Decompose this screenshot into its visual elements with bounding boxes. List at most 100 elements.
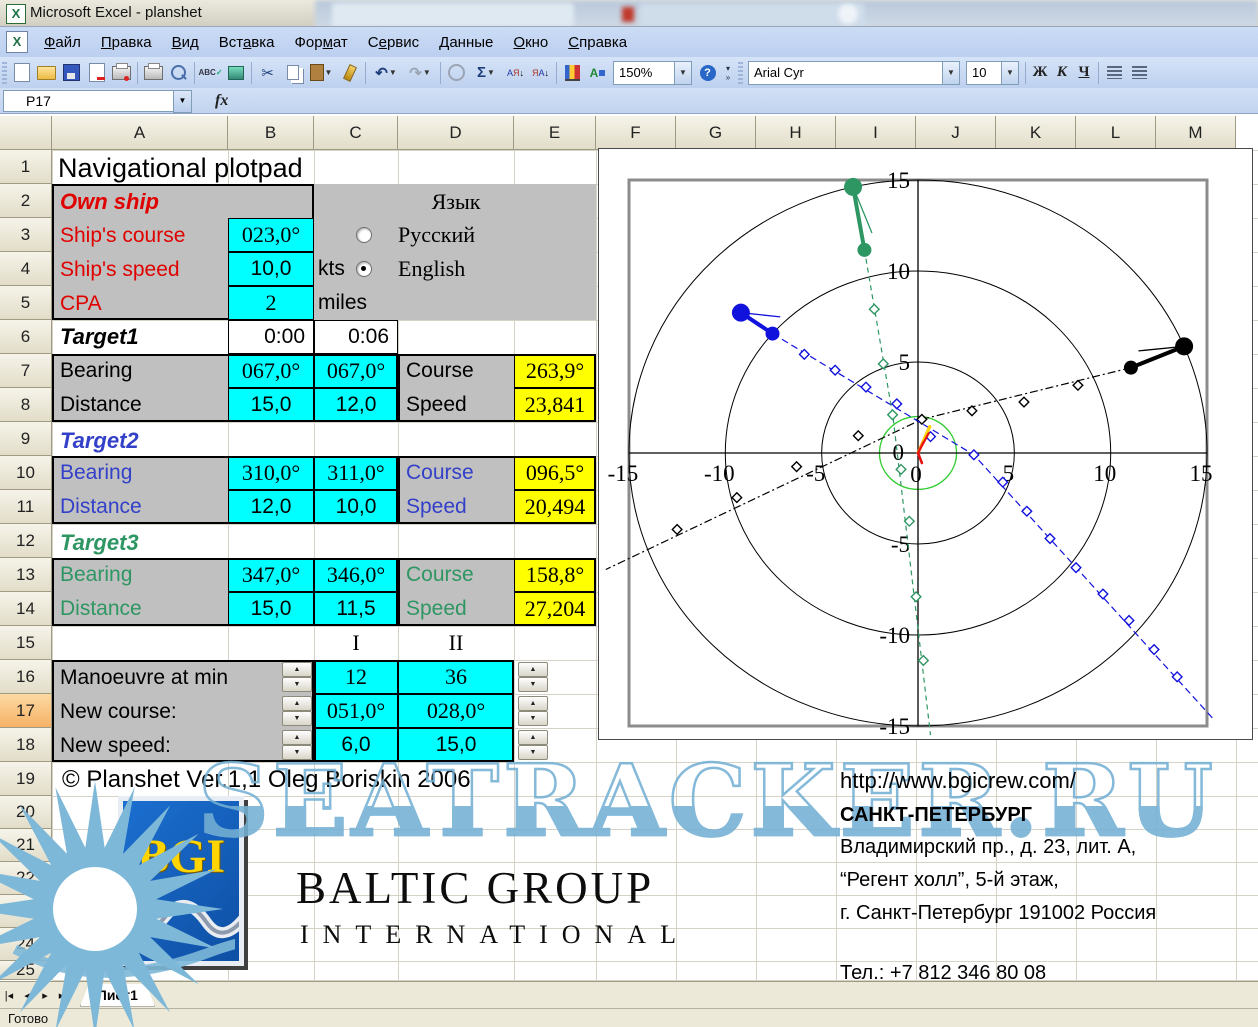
align-center-button[interactable] — [1128, 61, 1151, 84]
zoom-combobox[interactable]: 150% ▼ — [613, 61, 692, 85]
open-button[interactable] — [35, 61, 58, 84]
newcourse-2[interactable]: 028,0° — [398, 694, 514, 728]
row-header-15[interactable]: 15 — [0, 626, 52, 660]
row-header-17[interactable]: 17 — [0, 694, 52, 728]
menu-view[interactable]: Вид — [162, 30, 209, 55]
name-box[interactable]: P17 ▼ — [3, 90, 175, 112]
row-header-18[interactable]: 18 — [0, 728, 52, 762]
row-header-6[interactable]: 6 — [0, 320, 52, 354]
manoeuvre-min-2[interactable]: 36 — [398, 660, 514, 694]
last-sheet-button[interactable]: ▸| — [54, 989, 72, 1002]
row-header-21[interactable]: 21 — [0, 829, 52, 862]
help-button[interactable]: ? — [696, 61, 719, 84]
row-header-9[interactable]: 9 — [0, 422, 52, 456]
worksheet-grid[interactable]: ABCDEFGHIJKLM 12345678910111213141516171… — [0, 114, 1258, 981]
t3-distance-0[interactable]: 15,0 — [228, 592, 314, 626]
name-box-dropdown-arrow[interactable]: ▼ — [173, 90, 192, 113]
spelling-button[interactable]: ABC✓ — [199, 61, 222, 84]
column-header-A[interactable]: A — [52, 116, 228, 150]
column-header-H[interactable]: H — [756, 116, 836, 150]
footer-url[interactable]: http://www.bgicrew.com/ — [840, 768, 1076, 794]
chart-wizard-button[interactable] — [561, 61, 584, 84]
sheet-tab[interactable]: Лист1 — [80, 984, 155, 1007]
menu-format[interactable]: Формат — [284, 30, 357, 55]
row-header-1[interactable]: 1 — [0, 150, 52, 184]
menu-file[interactable]: Файл — [34, 30, 91, 55]
newspeed-spinner-right[interactable]: ▲▼ — [518, 730, 548, 760]
select-all-corner[interactable] — [0, 116, 52, 150]
t3-distance-6[interactable]: 11,5 — [314, 592, 398, 626]
font-size-combobox[interactable]: 10 ▼ — [966, 61, 1019, 85]
paste-button[interactable]: ▼ — [306, 61, 336, 84]
save-button[interactable] — [60, 61, 83, 84]
t1-bearing-0[interactable]: 067,0° — [228, 354, 314, 388]
column-header-C[interactable]: C — [314, 116, 398, 150]
menu-insert[interactable]: Вставка — [209, 30, 285, 55]
newcourse-spinner-left[interactable]: ▲▼ — [282, 696, 312, 726]
row-header-2[interactable]: 2 — [0, 184, 52, 218]
newspeed-2[interactable]: 15,0 — [398, 728, 514, 762]
column-header-I[interactable]: I — [836, 116, 916, 150]
column-header-E[interactable]: E — [514, 116, 596, 150]
column-header-K[interactable]: K — [996, 116, 1076, 150]
row-header-7[interactable]: 7 — [0, 354, 52, 388]
ships-speed-cell[interactable]: 10,0 — [228, 252, 314, 286]
plot-chart[interactable]: 15105-5-10-15-15-10-55101500 — [598, 148, 1253, 740]
prev-sheet-button[interactable]: ◂ — [18, 989, 36, 1002]
font-size-dropdown-arrow[interactable]: ▼ — [1001, 62, 1018, 84]
row-header-19[interactable]: 19 — [0, 762, 52, 796]
column-header-D[interactable]: D — [398, 116, 514, 150]
row-header-12[interactable]: 12 — [0, 524, 52, 558]
row-header-8[interactable]: 8 — [0, 388, 52, 422]
copy-button[interactable] — [281, 61, 304, 84]
first-sheet-button[interactable]: |◂ — [0, 989, 18, 1002]
t3-bearing-6[interactable]: 346,0° — [314, 558, 398, 592]
t1-distance-0[interactable]: 15,0 — [228, 388, 314, 422]
t2-distance-6[interactable]: 10,0 — [314, 490, 398, 524]
radio-russian[interactable] — [356, 227, 372, 243]
autosum-button[interactable]: Σ▼ — [470, 61, 502, 84]
print-button[interactable] — [142, 61, 165, 84]
underline-button[interactable]: Ч — [1074, 61, 1094, 84]
next-sheet-button[interactable]: ▸ — [36, 989, 54, 1002]
redo-button[interactable]: ↷▼ — [404, 61, 436, 84]
row-header-3[interactable]: 3 — [0, 218, 52, 252]
row-header-25[interactable]: 25 — [0, 961, 52, 980]
cpa-cell[interactable]: 2 — [228, 286, 314, 320]
row-header-23[interactable]: 23 — [0, 895, 52, 928]
row-header-14[interactable]: 14 — [0, 592, 52, 626]
menu-tools[interactable]: Сервис — [358, 30, 429, 55]
format-painter-button[interactable] — [338, 61, 361, 84]
column-header-L[interactable]: L — [1076, 116, 1156, 150]
row-header-11[interactable]: 11 — [0, 490, 52, 524]
menu-data[interactable]: Данные — [429, 30, 503, 55]
toolbar-handle[interactable] — [2, 62, 7, 84]
t1-distance-6[interactable]: 12,0 — [314, 388, 398, 422]
t1-bearing-6[interactable]: 067,0° — [314, 354, 398, 388]
newcourse-1[interactable]: 051,0° — [314, 694, 398, 728]
newspeed-spinner-left[interactable]: ▲▼ — [282, 730, 312, 760]
ships-course-cell[interactable]: 023,0° — [228, 218, 314, 252]
mail-button[interactable] — [110, 61, 133, 84]
column-header-B[interactable]: B — [228, 116, 314, 150]
cut-button[interactable]: ✂ — [256, 61, 279, 84]
row-header-10[interactable]: 10 — [0, 456, 52, 490]
row-header-5[interactable]: 5 — [0, 286, 52, 320]
manoeuvre-spinner-left[interactable]: ▲▼ — [282, 662, 312, 692]
font-name-dropdown-arrow[interactable]: ▼ — [942, 62, 959, 84]
research-button[interactable] — [224, 61, 247, 84]
undo-button[interactable]: ↶▼ — [370, 61, 402, 84]
align-left-button[interactable] — [1103, 61, 1126, 84]
hyperlink-button[interactable] — [445, 61, 468, 84]
drawing-button[interactable]: A — [586, 61, 609, 84]
sort-descending-button[interactable]: ЯА↓ — [529, 61, 552, 84]
t2-bearing-6[interactable]: 311,0° — [314, 456, 398, 490]
zoom-dropdown-arrow[interactable]: ▼ — [674, 62, 691, 84]
row-header-24[interactable]: 24 — [0, 928, 52, 961]
menu-window[interactable]: Окно — [503, 30, 558, 55]
column-header-G[interactable]: G — [676, 116, 756, 150]
row-header-4[interactable]: 4 — [0, 252, 52, 286]
newspeed-1[interactable]: 6,0 — [314, 728, 398, 762]
menu-edit[interactable]: Правка — [91, 30, 162, 55]
manoeuvre-spinner-right[interactable]: ▲▼ — [518, 662, 548, 692]
